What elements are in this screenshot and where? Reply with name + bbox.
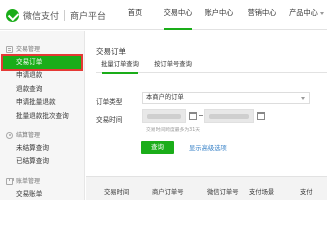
- query-button[interactable]: 查询: [141, 141, 174, 154]
- sidebar-item-settled-query[interactable]: 已结算查询: [0, 155, 84, 168]
- nav-home[interactable]: 首页: [114, 0, 156, 30]
- sidebar-item-trade-orders[interactable]: 交易订单: [1, 53, 83, 72]
- show-advanced-options-link[interactable]: 显示高级选项: [189, 143, 227, 152]
- trade-time-hint: 交易时间跨度最多为31天: [146, 128, 201, 133]
- column-header-wechat-order-no[interactable]: 微信订单号: [207, 187, 238, 196]
- order-type-label: 订单类型: [96, 98, 123, 106]
- sidebar-item-label: 批量退款批次查询: [16, 111, 69, 120]
- main-content: 交易订单 批量订单查询 按订单号查询 订单类型 本商户的订单 交易时间 交易时间…: [86, 31, 327, 200]
- top-header: 微信支付 商户平台 首页 交易中心 账户中心 营销中心 产品中心: [0, 0, 327, 30]
- sidebar-item-label: 交易订单: [16, 58, 43, 66]
- brand-name: 微信支付: [23, 11, 60, 22]
- nav-trade-center-label: 交易中心: [163, 8, 193, 17]
- redacted-value: [147, 114, 181, 119]
- nav-marketing-center[interactable]: 营销中心: [238, 0, 286, 30]
- tab-label: 按订单号查询: [154, 61, 192, 68]
- document-icon: [6, 46, 13, 53]
- brand-logo[interactable]: 微信支付 商户平台: [6, 7, 106, 23]
- calendar-icon[interactable]: [257, 112, 265, 120]
- redacted-value: [209, 114, 249, 119]
- main-nav: 首页 交易中心 账户中心 营销中心 产品中心: [114, 0, 327, 30]
- chevron-down-icon: [319, 11, 324, 15]
- nav-marketing-center-label: 营销中心: [247, 8, 277, 17]
- sidebar-item-label: 申请批量退款: [16, 98, 56, 107]
- column-header-trade-time[interactable]: 交易时间: [104, 187, 129, 196]
- sidebar-group-title: 结算管理: [16, 131, 41, 139]
- chevron-down-icon: [301, 97, 305, 100]
- nav-trade-center[interactable]: 交易中心: [156, 0, 200, 30]
- nav-product-center-label: 产品中心: [289, 8, 318, 17]
- wallet-icon: [6, 177, 14, 185]
- trade-time-label: 交易时间: [96, 116, 123, 124]
- nav-account-center[interactable]: 账户中心: [200, 0, 238, 30]
- nav-product-center[interactable]: 产品中心: [286, 0, 327, 30]
- sidebar-item-apply-refund[interactable]: 申请退款: [0, 69, 84, 82]
- start-date-input[interactable]: [142, 109, 186, 123]
- sidebar-item-label: 退款查询: [16, 84, 43, 93]
- brand-divider: [64, 9, 66, 21]
- range-separator: [199, 115, 203, 116]
- sidebar-item-batch-refund[interactable]: 申请批量退款: [0, 96, 84, 109]
- sidebar-group-title: 账单管理: [16, 177, 41, 185]
- tab-order-number-query[interactable]: 按订单号查询: [146, 59, 200, 73]
- end-date-input[interactable]: [204, 109, 254, 123]
- results-table-header: 交易时间 商户订单号 微信订单号 支付场景 支付: [86, 176, 327, 200]
- sidebar-group-settlement-management: 结算管理: [0, 129, 84, 142]
- nav-account-center-label: 账户中心: [204, 8, 234, 17]
- sidebar-item-refund-query[interactable]: 退款查询: [0, 83, 84, 96]
- sidebar-item-label: 交易账单: [16, 189, 43, 198]
- order-type-select[interactable]: 本商户的订单: [142, 92, 310, 104]
- column-header-payment[interactable]: 支付: [300, 187, 313, 196]
- sidebar-group-title: 交易管理: [16, 46, 41, 53]
- sidebar-item-batch-refund-query[interactable]: 批量退款批次查询: [0, 110, 84, 123]
- query-tabs: 批量订单查询 按订单号查询: [96, 59, 327, 74]
- column-header-merchant-order-no[interactable]: 商户订单号: [152, 187, 183, 196]
- tab-label: 批量订单查询: [101, 61, 139, 68]
- wechat-pay-logo-icon: [6, 8, 19, 22]
- sidebar-item-label: 申请退款: [16, 71, 43, 80]
- order-type-value: 本商户的订单: [146, 94, 184, 101]
- sidebar-item-trade-bill[interactable]: 交易账单: [0, 188, 84, 201]
- nav-home-label: 首页: [127, 8, 143, 17]
- sidebar-item-label: 已结算查询: [16, 157, 49, 166]
- calendar-icon[interactable]: [189, 112, 197, 120]
- column-header-payment-scene[interactable]: 支付场景: [249, 187, 274, 196]
- sidebar: 交易管理 交易订单 申请退款 退款查询 申请批量退款 批量退款批次查询 结算管理…: [0, 31, 85, 200]
- gear-icon: [6, 131, 13, 139]
- page-title: 交易订单: [96, 47, 126, 56]
- sidebar-item-unsettled-query[interactable]: 未结算查询: [0, 142, 84, 155]
- sidebar-group-bill-management: 账单管理: [0, 175, 84, 188]
- tab-batch-order-query[interactable]: 批量订单查询: [96, 59, 144, 74]
- sidebar-item-label: 未结算查询: [16, 143, 49, 152]
- brand-platform: 商户平台: [70, 11, 107, 22]
- sidebar-group-trade-management: 交易管理: [0, 43, 84, 56]
